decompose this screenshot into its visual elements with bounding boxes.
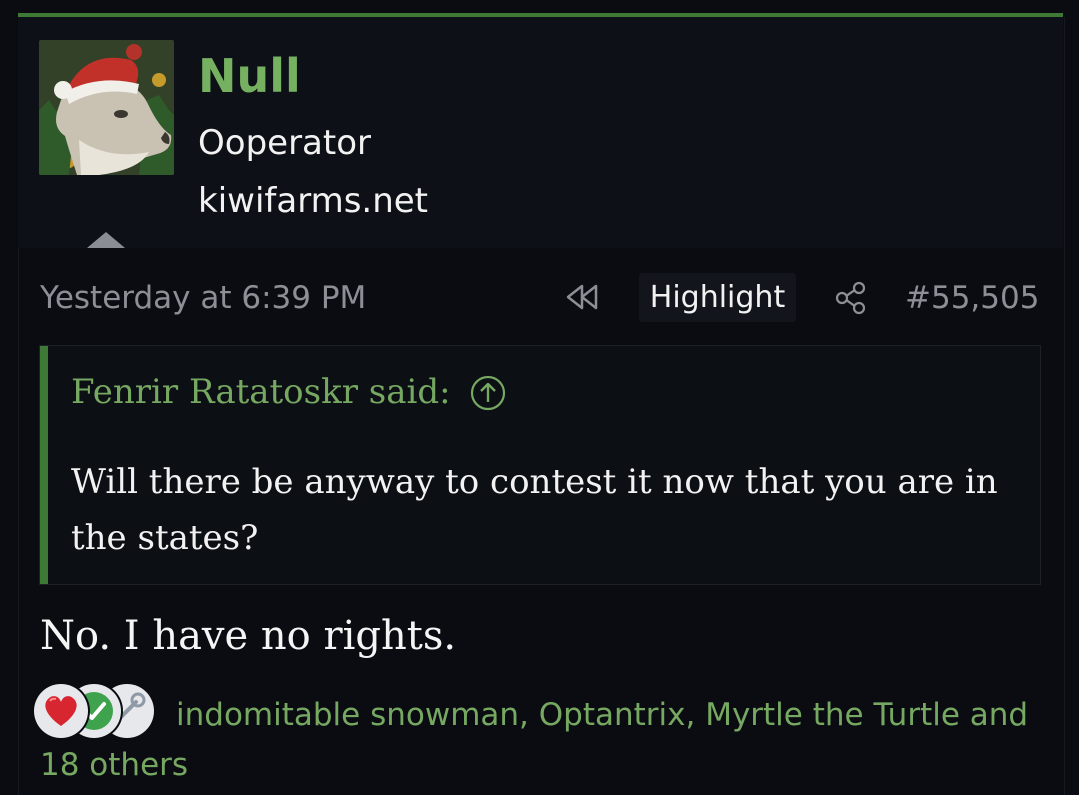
user-block-pointer-icon [87, 232, 125, 248]
user-banner-site: kiwifarms.net [198, 181, 429, 221]
post-number-link[interactable]: #55,505 [905, 278, 1039, 318]
user-avatar[interactable] [39, 40, 174, 175]
post-date[interactable]: Yesterday at 6:39 PM [40, 278, 366, 318]
quote-text: Will there be anyway to contest it now t… [71, 462, 998, 558]
highlight-button[interactable]: Highlight [639, 273, 796, 322]
rewind-icon[interactable] [562, 282, 602, 312]
quote-accent-bar [40, 346, 48, 584]
quote-block: Fenrir Ratatoskr said: Will there be any… [39, 345, 1041, 585]
forum-post: Null Ooperator kiwifarms.net Yesterday a… [0, 0, 1079, 795]
user-info-block [18, 17, 1063, 248]
reaction-users-link[interactable]: indomitable snowman, Optantrix, Myrtle t… [40, 690, 1040, 790]
username[interactable]: Null [198, 48, 301, 104]
arrow-up-circle-icon[interactable] [470, 375, 506, 411]
heart-icon[interactable] [34, 684, 88, 738]
post-body-text: No. I have no rights. [40, 613, 457, 659]
share-icon[interactable] [833, 280, 869, 316]
dog-santa-hat-avatar-icon [39, 40, 174, 175]
user-title: Ooperator [198, 123, 371, 163]
quote-author-link[interactable]: Fenrir Ratatoskr said: [71, 370, 451, 414]
post-meta-row: Yesterday at 6:39 PM Highlight #55,505 [0, 272, 1079, 322]
